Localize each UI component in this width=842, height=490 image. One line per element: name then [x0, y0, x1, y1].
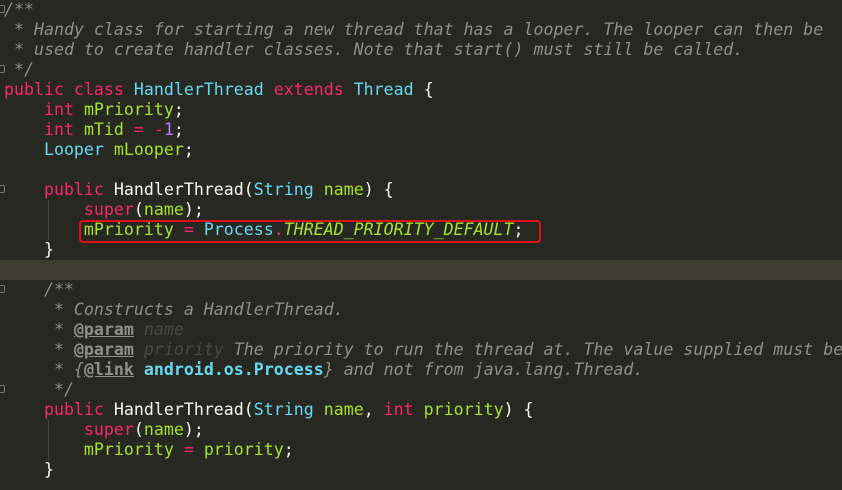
code-line[interactable]: public HandlerThread(String name, int pr…: [0, 400, 842, 420]
fold-toggle-icon[interactable]: [0, 5, 5, 13]
code-token: ;: [173, 100, 184, 119]
code-token: HandlerThread: [133, 80, 274, 99]
code-token: mTid: [83, 120, 134, 139]
code-token: @link: [83, 360, 134, 379]
fold-toggle-icon[interactable]: [0, 385, 5, 393]
code-token: @param: [73, 320, 134, 339]
code-line[interactable]: */: [0, 60, 842, 80]
code-token: mLooper: [113, 140, 184, 159]
code-token: name: [143, 420, 184, 439]
code-token: }: [4, 460, 54, 479]
code-line[interactable]: * used to create handler classes. Note t…: [0, 40, 842, 60]
code-token: =: [183, 440, 204, 459]
code-line[interactable]: }: [0, 460, 842, 480]
code-token: int: [4, 100, 84, 119]
code-line[interactable]: * @param priority The priority to run th…: [0, 340, 842, 360]
code-token: int: [383, 400, 424, 419]
code-editor[interactable]: /** * Handy class for starting a new thr…: [0, 0, 842, 490]
code-token: public class: [4, 80, 134, 99]
code-token: android.os.Process: [133, 360, 324, 379]
fold-toggle-icon[interactable]: [0, 185, 5, 193]
code-token: /**: [4, 280, 74, 299]
code-token: ) {: [363, 180, 394, 199]
code-token: }: [4, 240, 54, 259]
code-token: = -: [133, 120, 164, 139]
code-token: *: [4, 340, 74, 359]
code-token: ,: [363, 400, 384, 419]
code-token: priority: [133, 340, 224, 359]
code-token: */: [4, 380, 74, 399]
code-line[interactable]: }: [0, 240, 842, 260]
code-line[interactable]: super(name);: [0, 420, 842, 440]
code-token: *: [4, 320, 74, 339]
code-token: Thread: [353, 80, 424, 99]
code-token: mPriority: [83, 100, 174, 119]
current-line[interactable]: [0, 260, 842, 280]
code-token: public: [4, 400, 114, 419]
code-token: ;: [183, 140, 194, 159]
code-line[interactable]: super(name);: [0, 200, 842, 220]
code-token: * used to create handler classes. Note t…: [4, 40, 744, 59]
code-line[interactable]: [0, 160, 842, 180]
code-line[interactable]: */: [0, 380, 842, 400]
code-token: Looper: [4, 140, 114, 159]
code-token: @param: [73, 340, 134, 359]
code-token: mPriority: [4, 440, 184, 459]
code-line[interactable]: int mTid = -1;: [0, 120, 842, 140]
code-token: ;: [283, 440, 294, 459]
code-token: );: [183, 200, 204, 219]
code-token: */: [4, 60, 34, 79]
code-token: );: [183, 420, 204, 439]
code-line[interactable]: * @param name: [0, 320, 842, 340]
code-line[interactable]: /**: [0, 280, 842, 300]
code-line[interactable]: int mPriority;: [0, 100, 842, 120]
code-line[interactable]: * Handy class for starting a new thread …: [0, 20, 842, 40]
highlight-annotation-box: [79, 220, 541, 243]
code-token: * {: [4, 360, 84, 379]
fold-toggle-icon[interactable]: [0, 65, 5, 73]
code-token: priority: [423, 400, 504, 419]
code-line[interactable]: * {@link android.os.Process} and not fro…: [0, 360, 842, 380]
code-token: name: [133, 320, 184, 339]
code-token: 1: [163, 120, 174, 139]
code-token: (: [133, 200, 144, 219]
code-token: extends: [273, 80, 354, 99]
code-token: * Handy class for starting a new thread …: [4, 20, 824, 39]
code-line[interactable]: public HandlerThread(String name) {: [0, 180, 842, 200]
code-token: } and not from java.lang.Thread.: [323, 360, 644, 379]
code-line[interactable]: public class HandlerThread extends Threa…: [0, 80, 842, 100]
code-token: int: [4, 120, 84, 139]
code-token: The priority to run the thread at. The v…: [223, 340, 842, 359]
code-line[interactable]: mPriority = priority;: [0, 440, 842, 460]
code-token: String: [253, 400, 324, 419]
code-line[interactable]: Looper mLooper;: [0, 140, 842, 160]
code-token: public: [4, 180, 114, 199]
fold-toggle-icon[interactable]: [0, 285, 5, 293]
code-token: HandlerThread(: [113, 400, 254, 419]
code-token: /**: [4, 0, 34, 19]
code-token: (: [133, 420, 144, 439]
code-token: name: [143, 200, 184, 219]
code-line[interactable]: * Constructs a HandlerThread.: [0, 300, 842, 320]
code-token: name: [323, 400, 364, 419]
code-token: priority: [203, 440, 284, 459]
code-line[interactable]: /**: [0, 0, 842, 20]
code-token: super: [4, 200, 134, 219]
code-token: {: [423, 80, 434, 99]
code-token: super: [4, 420, 134, 439]
code-token: HandlerThread(: [113, 180, 254, 199]
code-token: * Constructs a HandlerThread.: [4, 300, 344, 319]
code-token: ) {: [503, 400, 534, 419]
code-token: name: [323, 180, 364, 199]
code-token: String: [253, 180, 324, 199]
code-token: ;: [173, 120, 184, 139]
